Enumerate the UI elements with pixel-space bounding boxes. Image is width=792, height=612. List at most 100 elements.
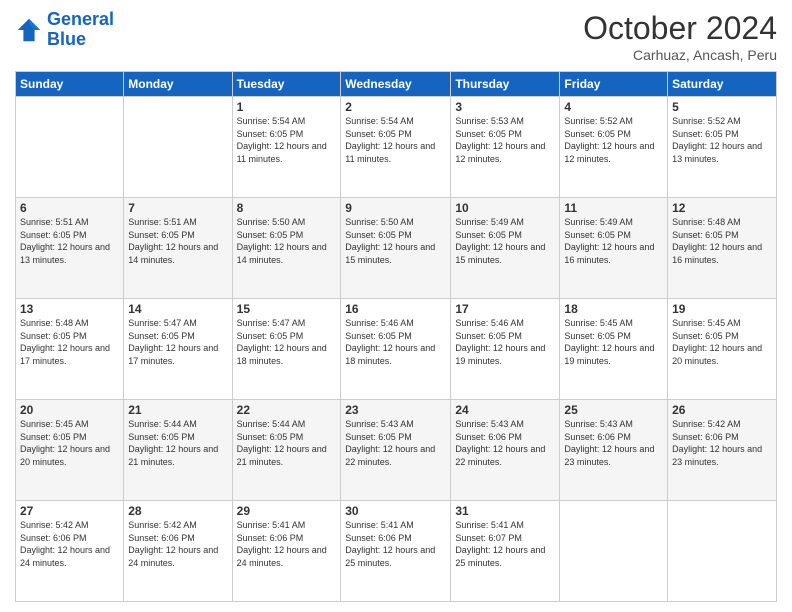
day-number: 6 xyxy=(20,201,119,215)
daylight-text: Daylight: 12 hours and 20 minutes. xyxy=(20,443,119,468)
month-title: October 2024 xyxy=(583,10,777,47)
daylight-text: Daylight: 12 hours and 11 minutes. xyxy=(237,140,337,165)
calendar-cell: 22Sunrise: 5:44 AMSunset: 6:05 PMDayligh… xyxy=(232,400,341,501)
sunset-text: Sunset: 6:05 PM xyxy=(345,229,446,242)
day-info: Sunrise: 5:42 AMSunset: 6:06 PMDaylight:… xyxy=(20,519,119,569)
calendar-cell: 24Sunrise: 5:43 AMSunset: 6:06 PMDayligh… xyxy=(451,400,560,501)
sunset-text: Sunset: 6:05 PM xyxy=(455,330,555,343)
day-number: 24 xyxy=(455,403,555,417)
sunset-text: Sunset: 6:05 PM xyxy=(20,330,119,343)
calendar-cell: 25Sunrise: 5:43 AMSunset: 6:06 PMDayligh… xyxy=(560,400,668,501)
day-info: Sunrise: 5:51 AMSunset: 6:05 PMDaylight:… xyxy=(128,216,227,266)
day-info: Sunrise: 5:47 AMSunset: 6:05 PMDaylight:… xyxy=(128,317,227,367)
sunrise-text: Sunrise: 5:46 AM xyxy=(345,317,446,330)
day-number: 13 xyxy=(20,302,119,316)
daylight-text: Daylight: 12 hours and 13 minutes. xyxy=(672,140,772,165)
sunset-text: Sunset: 6:06 PM xyxy=(345,532,446,545)
col-wednesday: Wednesday xyxy=(341,72,451,97)
sunset-text: Sunset: 6:05 PM xyxy=(672,229,772,242)
calendar-cell: 16Sunrise: 5:46 AMSunset: 6:05 PMDayligh… xyxy=(341,299,451,400)
day-info: Sunrise: 5:42 AMSunset: 6:06 PMDaylight:… xyxy=(672,418,772,468)
day-info: Sunrise: 5:45 AMSunset: 6:05 PMDaylight:… xyxy=(564,317,663,367)
daylight-text: Daylight: 12 hours and 20 minutes. xyxy=(672,342,772,367)
sunset-text: Sunset: 6:05 PM xyxy=(564,128,663,141)
col-friday: Friday xyxy=(560,72,668,97)
calendar-cell: 2Sunrise: 5:54 AMSunset: 6:05 PMDaylight… xyxy=(341,97,451,198)
day-number: 4 xyxy=(564,100,663,114)
day-info: Sunrise: 5:43 AMSunset: 6:06 PMDaylight:… xyxy=(455,418,555,468)
day-info: Sunrise: 5:46 AMSunset: 6:05 PMDaylight:… xyxy=(455,317,555,367)
logo-icon xyxy=(15,16,43,44)
sunrise-text: Sunrise: 5:42 AM xyxy=(20,519,119,532)
day-number: 18 xyxy=(564,302,663,316)
daylight-text: Daylight: 12 hours and 24 minutes. xyxy=(128,544,227,569)
logo: General Blue xyxy=(15,10,114,50)
sunset-text: Sunset: 6:05 PM xyxy=(237,128,337,141)
day-number: 11 xyxy=(564,201,663,215)
calendar-cell: 9Sunrise: 5:50 AMSunset: 6:05 PMDaylight… xyxy=(341,198,451,299)
day-number: 2 xyxy=(345,100,446,114)
sunrise-text: Sunrise: 5:54 AM xyxy=(237,115,337,128)
sunset-text: Sunset: 6:06 PM xyxy=(672,431,772,444)
sunrise-text: Sunrise: 5:49 AM xyxy=(455,216,555,229)
day-number: 3 xyxy=(455,100,555,114)
calendar-cell: 7Sunrise: 5:51 AMSunset: 6:05 PMDaylight… xyxy=(124,198,232,299)
week-row-3: 13Sunrise: 5:48 AMSunset: 6:05 PMDayligh… xyxy=(16,299,777,400)
day-number: 25 xyxy=(564,403,663,417)
sunset-text: Sunset: 6:05 PM xyxy=(237,229,337,242)
day-number: 21 xyxy=(128,403,227,417)
day-number: 9 xyxy=(345,201,446,215)
sunrise-text: Sunrise: 5:47 AM xyxy=(128,317,227,330)
sunrise-text: Sunrise: 5:49 AM xyxy=(564,216,663,229)
day-number: 20 xyxy=(20,403,119,417)
daylight-text: Daylight: 12 hours and 24 minutes. xyxy=(20,544,119,569)
sunset-text: Sunset: 6:06 PM xyxy=(128,532,227,545)
day-info: Sunrise: 5:45 AMSunset: 6:05 PMDaylight:… xyxy=(20,418,119,468)
day-number: 5 xyxy=(672,100,772,114)
sunset-text: Sunset: 6:05 PM xyxy=(672,128,772,141)
day-number: 17 xyxy=(455,302,555,316)
sunset-text: Sunset: 6:05 PM xyxy=(672,330,772,343)
day-info: Sunrise: 5:41 AMSunset: 6:06 PMDaylight:… xyxy=(237,519,337,569)
day-info: Sunrise: 5:44 AMSunset: 6:05 PMDaylight:… xyxy=(128,418,227,468)
sunset-text: Sunset: 6:05 PM xyxy=(237,431,337,444)
sunrise-text: Sunrise: 5:50 AM xyxy=(237,216,337,229)
day-number: 12 xyxy=(672,201,772,215)
sunset-text: Sunset: 6:05 PM xyxy=(128,431,227,444)
sunset-text: Sunset: 6:05 PM xyxy=(564,330,663,343)
daylight-text: Daylight: 12 hours and 19 minutes. xyxy=(564,342,663,367)
logo-line1: General xyxy=(47,9,114,29)
sunrise-text: Sunrise: 5:52 AM xyxy=(672,115,772,128)
day-number: 31 xyxy=(455,504,555,518)
daylight-text: Daylight: 12 hours and 21 minutes. xyxy=(128,443,227,468)
day-number: 26 xyxy=(672,403,772,417)
daylight-text: Daylight: 12 hours and 23 minutes. xyxy=(672,443,772,468)
day-info: Sunrise: 5:50 AMSunset: 6:05 PMDaylight:… xyxy=(237,216,337,266)
calendar-cell: 30Sunrise: 5:41 AMSunset: 6:06 PMDayligh… xyxy=(341,501,451,602)
daylight-text: Daylight: 12 hours and 25 minutes. xyxy=(345,544,446,569)
daylight-text: Daylight: 12 hours and 17 minutes. xyxy=(128,342,227,367)
sunrise-text: Sunrise: 5:54 AM xyxy=(345,115,446,128)
calendar-cell: 29Sunrise: 5:41 AMSunset: 6:06 PMDayligh… xyxy=(232,501,341,602)
col-monday: Monday xyxy=(124,72,232,97)
day-info: Sunrise: 5:46 AMSunset: 6:05 PMDaylight:… xyxy=(345,317,446,367)
daylight-text: Daylight: 12 hours and 22 minutes. xyxy=(455,443,555,468)
day-number: 7 xyxy=(128,201,227,215)
sunrise-text: Sunrise: 5:43 AM xyxy=(455,418,555,431)
day-number: 19 xyxy=(672,302,772,316)
sunset-text: Sunset: 6:05 PM xyxy=(564,229,663,242)
sunrise-text: Sunrise: 5:47 AM xyxy=(237,317,337,330)
daylight-text: Daylight: 12 hours and 14 minutes. xyxy=(237,241,337,266)
calendar-cell: 18Sunrise: 5:45 AMSunset: 6:05 PMDayligh… xyxy=(560,299,668,400)
week-row-2: 6Sunrise: 5:51 AMSunset: 6:05 PMDaylight… xyxy=(16,198,777,299)
header: General Blue October 2024 Carhuaz, Ancas… xyxy=(15,10,777,63)
day-number: 16 xyxy=(345,302,446,316)
day-number: 14 xyxy=(128,302,227,316)
day-info: Sunrise: 5:51 AMSunset: 6:05 PMDaylight:… xyxy=(20,216,119,266)
calendar-body: 1Sunrise: 5:54 AMSunset: 6:05 PMDaylight… xyxy=(16,97,777,602)
calendar-cell xyxy=(668,501,777,602)
week-row-5: 27Sunrise: 5:42 AMSunset: 6:06 PMDayligh… xyxy=(16,501,777,602)
day-info: Sunrise: 5:45 AMSunset: 6:05 PMDaylight:… xyxy=(672,317,772,367)
day-info: Sunrise: 5:54 AMSunset: 6:05 PMDaylight:… xyxy=(237,115,337,165)
calendar-cell: 1Sunrise: 5:54 AMSunset: 6:05 PMDaylight… xyxy=(232,97,341,198)
